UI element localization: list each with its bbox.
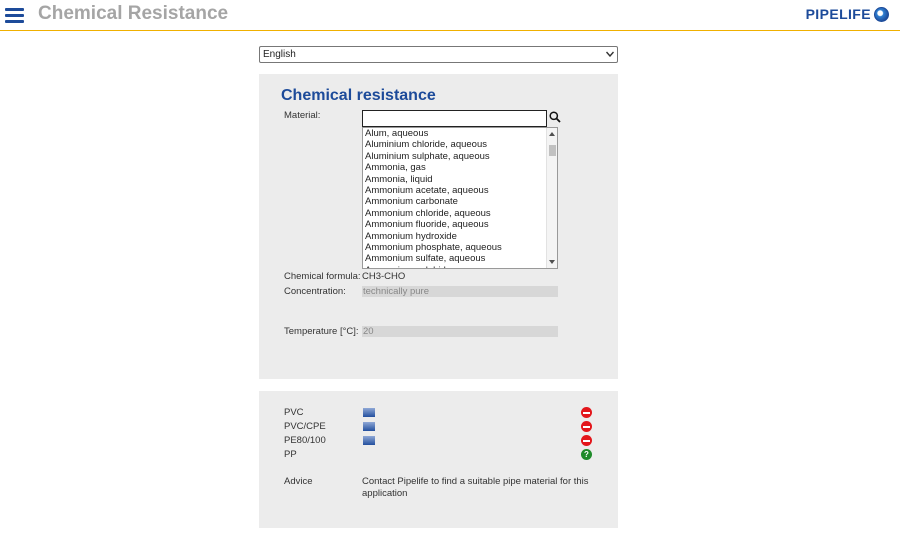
material-listbox[interactable]: Alum, aqueous Aluminium chloride, aqueous… [362, 127, 558, 269]
logo-globe-icon [874, 6, 889, 22]
chevron-down-icon [606, 51, 614, 57]
temperature-label: Temperature [°C]: [284, 326, 359, 337]
pipelife-logo[interactable]: PIPELIFE [806, 4, 889, 24]
result-row: PVC/CPE [259, 421, 618, 433]
material-options: Alum, aqueous Aluminium chloride, aqueous… [363, 128, 546, 268]
material-option[interactable]: Ammonium sulfate, aqueous [363, 253, 546, 264]
logo-text: PIPELIFE [805, 6, 871, 22]
panel-heading: Chemical resistance [281, 87, 436, 104]
material-input[interactable] [362, 110, 547, 127]
not-resistant-icon [581, 407, 592, 418]
pipe-swatch-icon [363, 408, 375, 417]
material-option[interactable]: Ammonium acetate, aqueous [363, 185, 546, 196]
material-option[interactable]: Ammonium fluoride, aqueous [363, 219, 546, 230]
results-panel: PVC PVC/CPE PE80/100 PP? Advice Contact Pip… [259, 391, 618, 528]
result-row: PE80/100 [259, 435, 618, 447]
temperature-field[interactable]: 20 [362, 326, 558, 337]
formula-value: CH3-CHO [362, 271, 406, 282]
material-option[interactable]: Ammonium chloride, aqueous [363, 208, 546, 219]
search-panel: Chemical resistance Material: Alum, aque… [259, 74, 618, 379]
scroll-down-icon[interactable] [549, 260, 555, 264]
material-option[interactable]: Ammonia, liquid [363, 174, 546, 185]
material-option[interactable]: Ammonium sulphide [363, 265, 546, 268]
result-material-name: PVC [284, 407, 304, 418]
pipe-swatch-icon [363, 422, 375, 431]
material-option[interactable]: Aluminium chloride, aqueous [363, 139, 546, 150]
advice-text: Contact Pipelife to find a suitable pipe… [362, 476, 589, 499]
language-select[interactable]: English [259, 46, 618, 63]
not-resistant-icon [581, 421, 592, 432]
search-icon[interactable] [549, 111, 561, 123]
formula-label: Chemical formula: [284, 271, 361, 282]
menu-icon[interactable] [5, 7, 24, 23]
not-resistant-icon [581, 435, 592, 446]
concentration-label: Concentration: [284, 286, 346, 297]
material-option[interactable]: Ammonium phosphate, aqueous [363, 242, 546, 253]
language-select-value: English [263, 49, 296, 60]
top-bar: Chemical Resistance PIPELIFE [0, 0, 900, 31]
unknown-resistance-icon: ? [581, 449, 592, 460]
material-option[interactable]: Ammonia, gas [363, 162, 546, 173]
result-row: PP? [259, 449, 618, 461]
material-label: Material: [284, 110, 321, 121]
scroll-up-icon[interactable] [549, 132, 555, 136]
scroll-thumb[interactable] [549, 145, 556, 156]
result-material-name: PP [284, 449, 297, 460]
material-option[interactable]: Ammonium hydroxide [363, 231, 546, 242]
pipe-swatch-icon [363, 436, 375, 445]
result-material-name: PVC/CPE [284, 421, 326, 432]
page-title: Chemical Resistance [38, 3, 229, 24]
concentration-field[interactable]: technically pure [362, 286, 558, 297]
result-row: PVC [259, 407, 618, 419]
material-option[interactable]: Alum, aqueous [363, 128, 546, 139]
advice-label: Advice [284, 476, 313, 487]
listbox-scrollbar[interactable] [546, 128, 557, 268]
material-option[interactable]: Aluminium sulphate, aqueous [363, 151, 546, 162]
result-material-name: PE80/100 [284, 435, 326, 446]
material-option[interactable]: Ammonium carbonate [363, 196, 546, 207]
